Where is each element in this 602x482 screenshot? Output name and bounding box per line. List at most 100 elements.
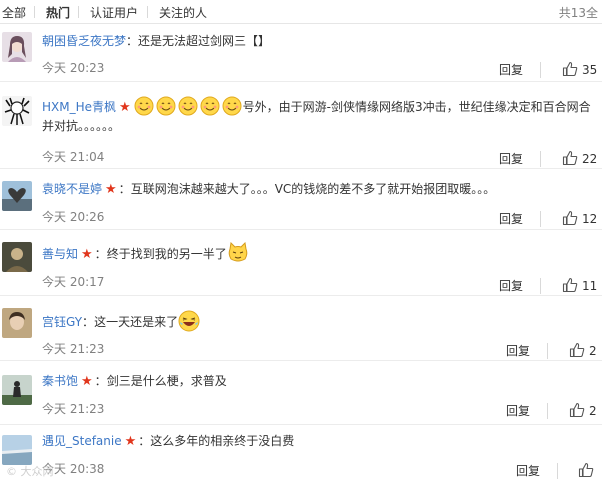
action-divider: [540, 278, 541, 294]
like-count: 2: [589, 404, 597, 418]
comment-time: 今天 21:23: [42, 342, 105, 356]
reply-button[interactable]: 回复: [499, 150, 523, 167]
star-icon: ★: [81, 374, 93, 389]
thumbs-up-icon: [562, 277, 578, 293]
tab-divider: [78, 6, 79, 18]
avatar[interactable]: [2, 96, 32, 126]
comment-separator: ：: [82, 315, 95, 329]
tab-divider: [147, 6, 148, 18]
comment-item: 宫钰GY：这一天还是来了 今天 21:23 回复 2: [0, 296, 602, 361]
comment-item: 袁晓不是婷 ★ ：互联网泡沫越来越大了。。。VC的钱烧的差不多了就开始报团取暖。。。…: [0, 169, 602, 230]
comment-time: 今天 20:23: [42, 61, 105, 75]
reply-button[interactable]: 回复: [506, 342, 530, 359]
avatar[interactable]: [2, 32, 32, 62]
comment-body: HXM_He青枫 ★ 号外，由于网游-剑侠情缘网络版3冲击，世纪佳缘决定和百合网合并…: [42, 96, 596, 135]
comment-item: HXM_He青枫 ★ 号外，由于网游-剑侠情缘网络版3冲击，世纪佳缘决定和百合网合并…: [0, 82, 602, 169]
like-button[interactable]: 2: [569, 402, 597, 418]
action-divider: [547, 343, 548, 359]
thumbs-up-icon: [562, 210, 578, 226]
action-divider: [557, 463, 558, 479]
like-count: 35: [582, 63, 598, 77]
comment-item: 朝困昏乏夜无梦：还是无法超过剑网三【】 今天 20:23 回复 35: [0, 25, 602, 82]
star-icon: ★: [81, 247, 93, 262]
total-count: 共13全: [558, 6, 598, 20]
comment-body: 秦书饱 ★ ：剑三是什么梗，求普及: [42, 372, 596, 391]
like-button[interactable]: 22: [562, 150, 597, 166]
like-button[interactable]: [578, 462, 598, 478]
like-count: 2: [589, 344, 597, 358]
comment-separator: ：: [118, 182, 131, 196]
comment-body: 朝困昏乏夜无梦：还是无法超过剑网三【】: [42, 32, 596, 50]
comment-text: 这么多年的相亲终于没白费: [150, 434, 295, 448]
comment-separator: ：: [138, 434, 151, 448]
tab-verified[interactable]: 认证用户: [90, 4, 138, 21]
avatar[interactable]: [2, 435, 32, 465]
comment-item: 秦书饱 ★ ：剑三是什么梗，求普及 今天 21:23 回复 2: [0, 361, 602, 425]
comment-text: 终于找到我的另一半了: [106, 247, 227, 261]
tab-all[interactable]: 全部: [2, 4, 26, 21]
avatar[interactable]: [2, 242, 32, 272]
emoji-icon: [156, 96, 176, 116]
like-count: 12: [582, 212, 598, 226]
emoji-icon: [200, 96, 220, 116]
watermark: © 大众网: [6, 465, 54, 478]
reply-button[interactable]: 回复: [516, 462, 540, 479]
like-count: 22: [582, 152, 598, 166]
like-button[interactable]: 2: [569, 342, 597, 358]
comment-body: 袁晓不是婷 ★ ：互联网泡沫越来越大了。。。VC的钱烧的差不多了就开始报团取暖。。。: [42, 180, 596, 199]
reply-button[interactable]: 回复: [506, 402, 530, 419]
comment-separator: ：: [126, 34, 139, 48]
thumbs-up-icon: [562, 61, 578, 77]
tab-divider: [34, 6, 35, 18]
comment-username[interactable]: 秦书饱: [42, 374, 78, 388]
comment-text: 还是无法超过剑网三【】: [138, 34, 271, 48]
comment-time: 今天 20:26: [42, 210, 105, 224]
comment-time: 今天 21:23: [42, 402, 105, 416]
comment-username[interactable]: 袁晓不是婷: [42, 182, 102, 196]
action-divider: [540, 151, 541, 167]
reply-button[interactable]: 回复: [499, 277, 523, 294]
reply-button[interactable]: 回复: [499, 61, 523, 78]
action-divider: [540, 62, 541, 78]
thumbs-up-icon: [578, 462, 594, 478]
action-divider: [547, 403, 548, 419]
thumbs-up-icon: [569, 342, 585, 358]
comment-body: 善与知 ★ ：终于找到我的另一半了: [42, 242, 596, 264]
star-icon: ★: [119, 100, 131, 115]
cat-emoji-icon: [227, 242, 249, 264]
comment-filter-tabs: 全部 热门 认证用户 关注的人 共13全: [0, 0, 602, 24]
comment-username[interactable]: 遇见_Stefanie: [42, 434, 122, 448]
avatar[interactable]: [2, 375, 32, 405]
thumbs-up-icon: [569, 402, 585, 418]
action-divider: [540, 211, 541, 227]
star-icon: ★: [124, 434, 137, 449]
comment-time: 今天 20:17: [42, 275, 105, 289]
comment-separator: ：: [94, 374, 107, 388]
comment-username[interactable]: HXM_He青枫: [42, 100, 116, 114]
comment-time: 今天 21:04: [42, 150, 105, 164]
thumbs-up-icon: [562, 150, 578, 166]
emoji-icon: [222, 96, 242, 116]
like-button[interactable]: 11: [562, 277, 597, 293]
comment-username[interactable]: 朝困昏乏夜无梦: [42, 34, 126, 48]
like-button[interactable]: 12: [562, 210, 597, 226]
laughing-emoji-icon: [178, 310, 200, 332]
comment-body: 宫钰GY：这一天还是来了: [42, 310, 596, 332]
emoji-icon: [134, 96, 154, 116]
like-count: 11: [582, 279, 598, 293]
avatar[interactable]: [2, 181, 32, 211]
comment-username[interactable]: 善与知: [42, 247, 78, 261]
emoji-icon: [178, 96, 198, 116]
star-icon: ★: [105, 182, 117, 197]
reply-button[interactable]: 回复: [499, 210, 523, 227]
tab-following[interactable]: 关注的人: [159, 4, 207, 21]
like-button[interactable]: 35: [562, 61, 597, 77]
tab-hot[interactable]: 热门: [46, 4, 70, 21]
comment-body: 遇见_Stefanie ★ ：这么多年的相亲终于没白费: [42, 432, 596, 451]
comment-separator: ：: [94, 247, 107, 261]
comment-item: 遇见_Stefanie ★ ：这么多年的相亲终于没白费 今天 20:38 回复: [0, 425, 602, 482]
avatar[interactable]: [2, 308, 32, 338]
comment-username[interactable]: 宫钰GY: [42, 315, 82, 329]
comment-item: 善与知 ★ ：终于找到我的另一半了 今天 20:17 回复 11: [0, 230, 602, 296]
comment-text: 剑三是什么梗，求普及: [106, 374, 227, 388]
